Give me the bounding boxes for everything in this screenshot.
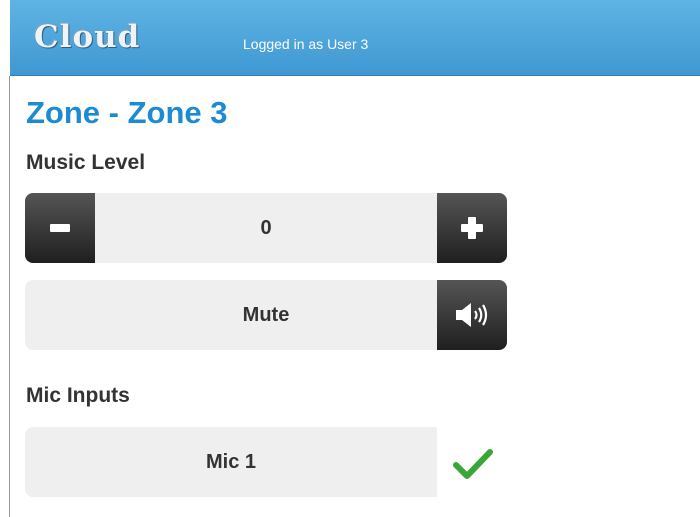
music-level-control: 0: [25, 193, 507, 263]
cloud-logo: Cloud: [34, 19, 141, 55]
increase-level-button[interactable]: [437, 193, 507, 263]
app-header: Cloud Logged in as User 3: [10, 0, 700, 76]
speaker-icon: [456, 303, 488, 327]
decrease-level-button[interactable]: [25, 193, 95, 263]
music-level-value: 0: [260, 216, 272, 239]
plus-icon: [461, 217, 483, 239]
login-status: Logged in as User 3: [243, 36, 369, 52]
checkmark-icon: [453, 449, 493, 479]
frame-border: [9, 76, 10, 517]
zone-title: Zone - Zone 3: [26, 95, 228, 130]
mic-inputs-label: Mic Inputs: [26, 384, 130, 407]
mute-control[interactable]: Mute: [25, 280, 507, 350]
music-level-label: Music Level: [26, 151, 146, 174]
minus-icon: [50, 224, 70, 232]
mic-input-button[interactable]: Mic 1: [25, 427, 437, 497]
mute-toggle-button[interactable]: [437, 280, 507, 350]
mute-label: Mute: [242, 303, 290, 326]
